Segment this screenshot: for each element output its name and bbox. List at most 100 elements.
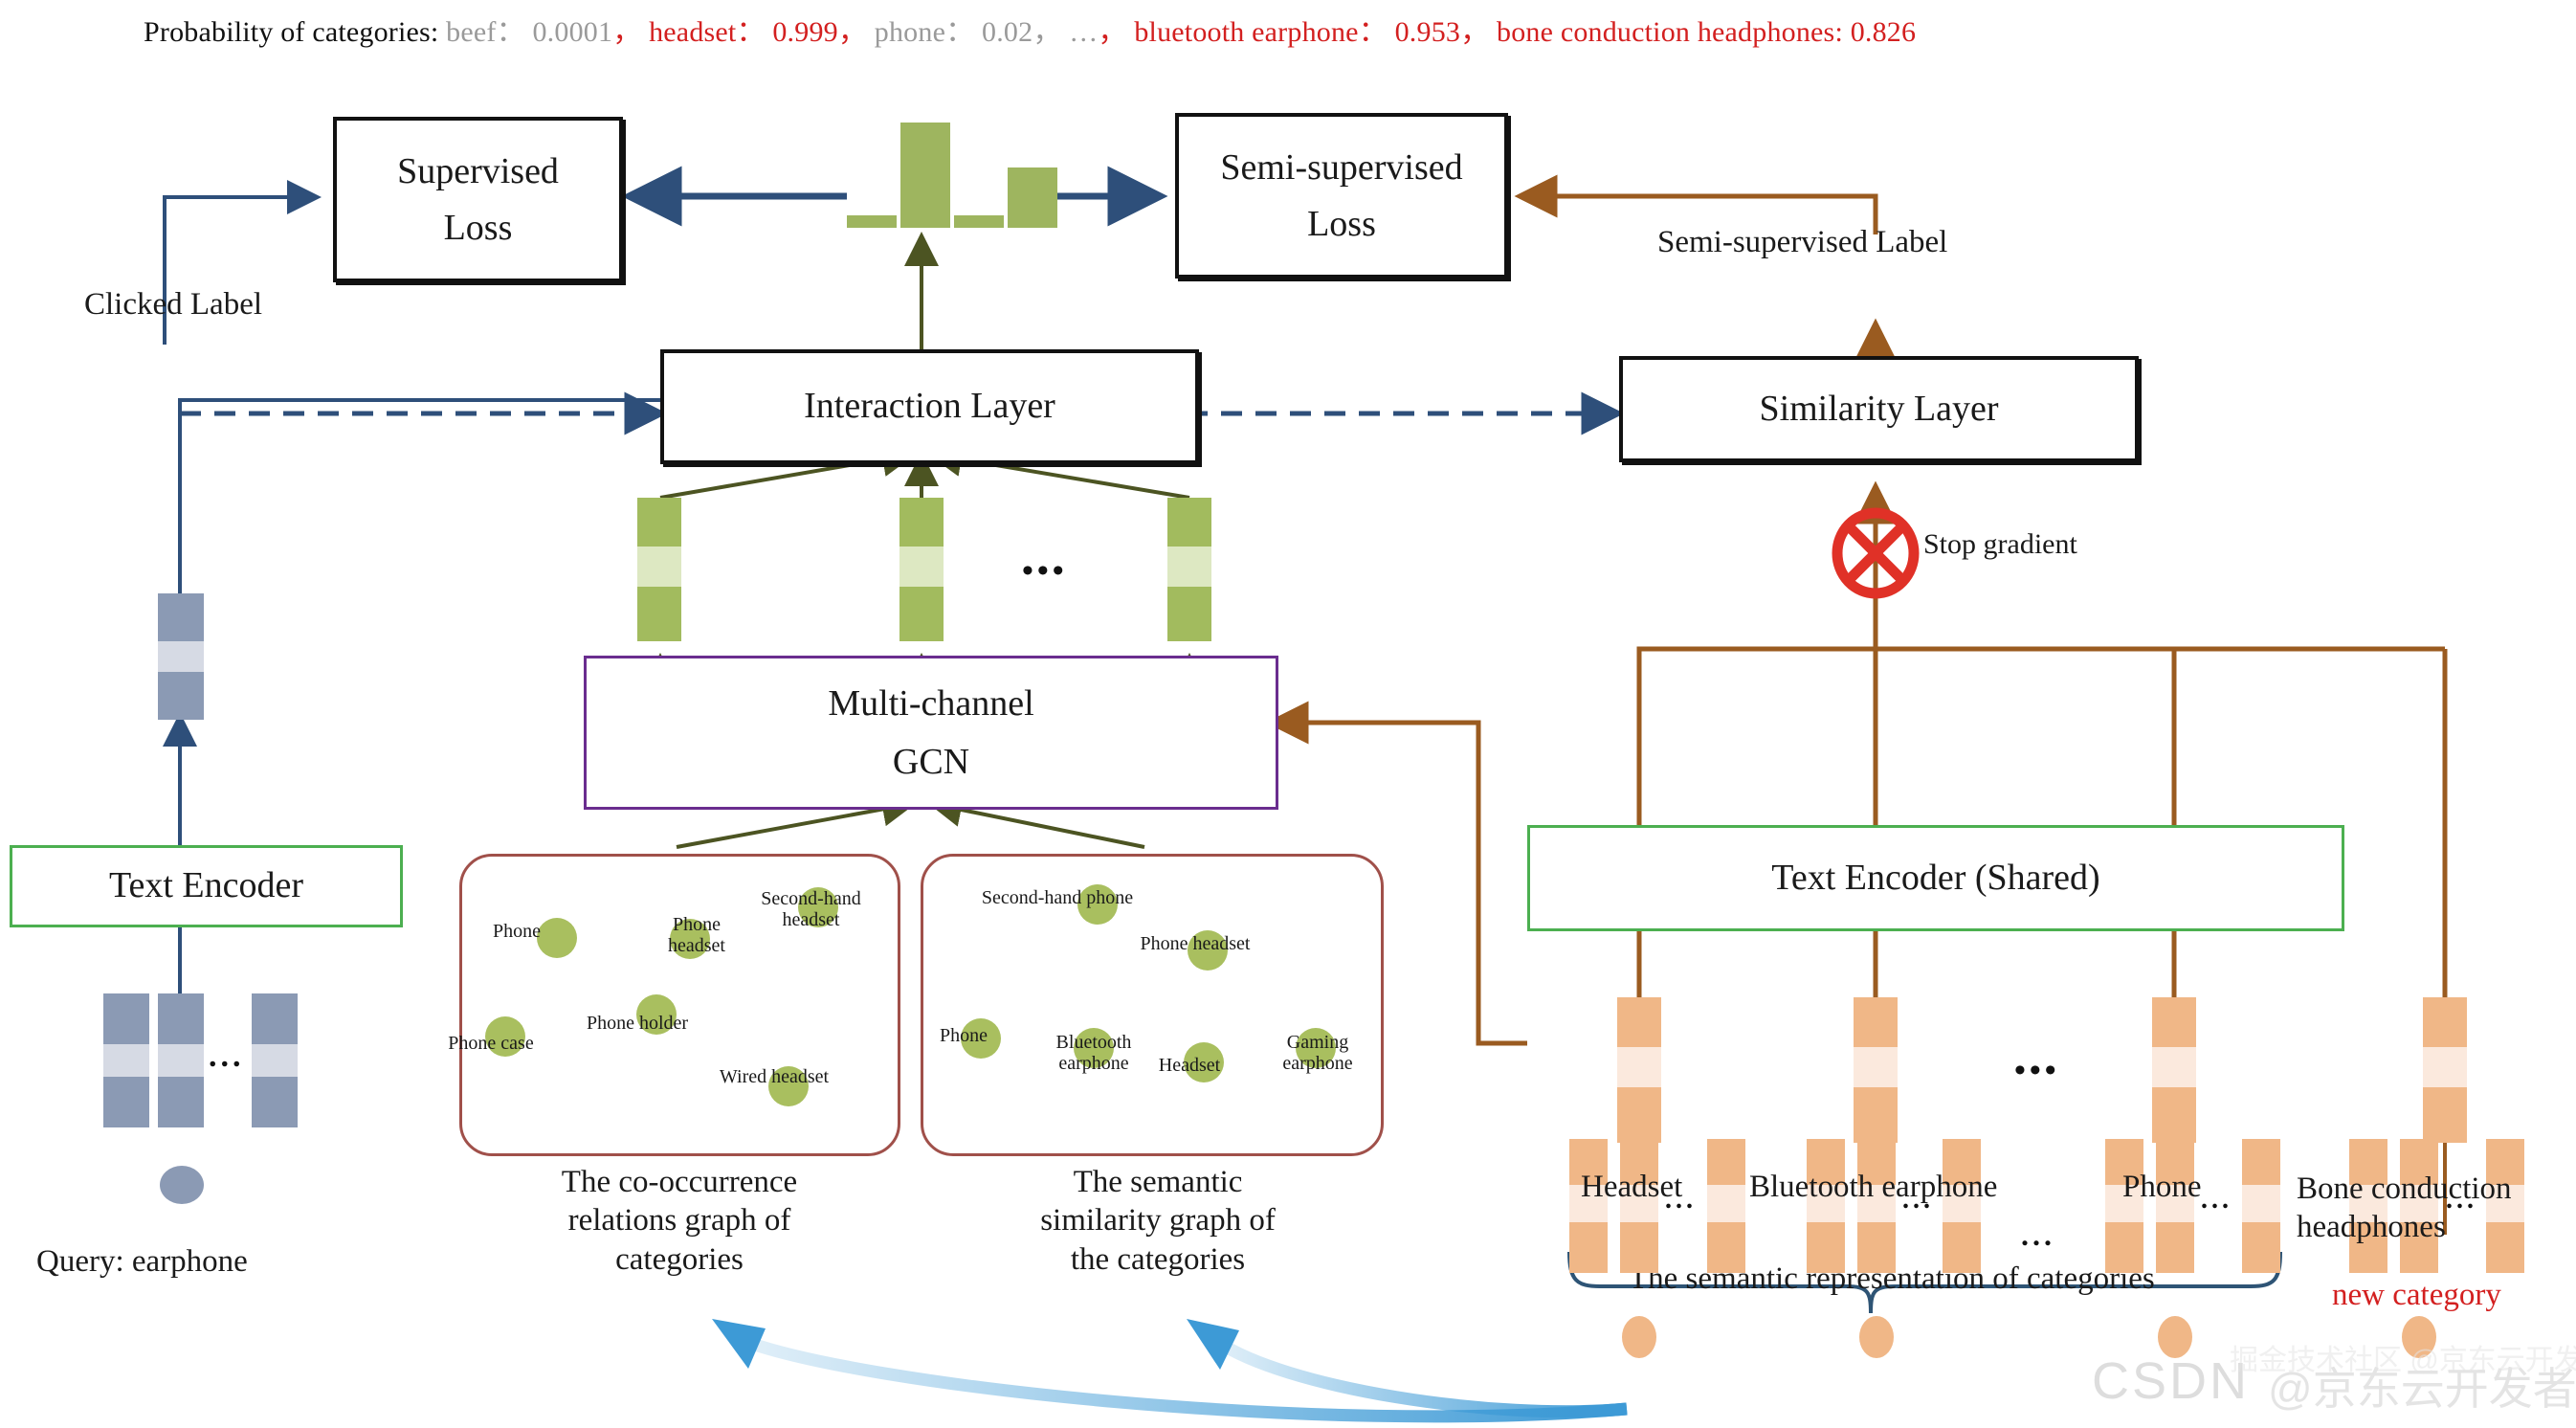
gcn-line1: Multi-channel	[828, 682, 1034, 724]
sem-label-second-hand-phone: Second-hand phone	[981, 887, 1134, 908]
phone-headset-l2: headset	[668, 935, 725, 956]
category-embedding-2	[1854, 997, 1898, 1143]
prob-item-bluetooth-earphone: bluetooth earphone： 0.953	[1134, 16, 1461, 48]
second-hand-l2: headset	[782, 909, 840, 930]
gcn-output-strip-3	[1167, 498, 1211, 641]
category-token-bluetooth-2	[1857, 1139, 1896, 1273]
graph-node-phone	[537, 918, 577, 958]
category-token-headset-2	[1620, 1139, 1658, 1273]
sem-label-phone-headset: Phone headset	[1140, 933, 1251, 954]
strip-seg	[2152, 1087, 2196, 1143]
bt-earphone-l2: earphone	[1058, 1053, 1129, 1074]
strip-seg	[2156, 1221, 2194, 1273]
supervised-loss-box[interactable]: Supervised Loss	[333, 117, 623, 282]
category-name-bluetooth: Bluetooth earphone	[1749, 1170, 1998, 1204]
strip-seg	[103, 993, 149, 1045]
category-embedding-ellipsis: •••	[2014, 1053, 2060, 1088]
strip-seg	[1854, 1087, 1898, 1143]
strip-seg	[637, 587, 681, 641]
similarity-layer-box[interactable]: Similarity Layer	[1619, 356, 2139, 462]
strip-seg	[1807, 1221, 1845, 1273]
strip-seg	[252, 1076, 298, 1127]
graph-label-phone-headset: Phone headset	[649, 914, 744, 956]
category-token-bluetooth-1	[1807, 1139, 1845, 1273]
query-token-strip-1	[103, 993, 149, 1127]
graph-label-phone-holder: Phone holder	[586, 1013, 689, 1034]
strip-seg	[1707, 1139, 1745, 1185]
category-token-headset-1	[1569, 1139, 1608, 1273]
stop-gradient-icon	[1832, 507, 1920, 599]
category-token-phone-1	[2105, 1139, 2143, 1273]
bone-line2: headphones	[2297, 1210, 2446, 1245]
cn-watermark-2: 掘金技术社区 @京东云开发者	[2230, 1345, 2576, 1376]
strip-seg	[158, 671, 204, 720]
strip-seg	[158, 1044, 204, 1077]
text-encoder-label: Text Encoder	[108, 865, 304, 906]
gcn-line2: GCN	[892, 741, 970, 782]
strip-seg	[2423, 997, 2467, 1047]
prob-item-headset: headset： 0.999	[649, 16, 838, 48]
prob-item-beef: beef： 0.0001	[446, 16, 613, 48]
interaction-layer-label: Interaction Layer	[804, 386, 1055, 427]
prob-item-phone: phone： 0.02	[874, 16, 1033, 48]
bar-1	[900, 123, 950, 228]
strip-seg	[1617, 1087, 1661, 1143]
category-token-bluetooth-3	[1943, 1139, 1981, 1273]
sem-label-phone: Phone	[940, 1025, 988, 1046]
prob-sep-4: ，	[1460, 16, 1490, 48]
bone-line1: Bone conduction	[2297, 1171, 2512, 1206]
prob-item-bone-conduction: bone conduction headphones: 0.826	[1497, 16, 1917, 48]
strip-seg	[637, 547, 681, 587]
strip-seg	[103, 1044, 149, 1077]
strip-seg	[1167, 498, 1211, 547]
clicked-label: Clicked Label	[84, 287, 263, 322]
semantic-caption-line3: the categories	[1070, 1241, 1246, 1277]
query-dot-icon	[160, 1166, 204, 1204]
token-ellipsis-phone: ...	[2201, 1185, 2232, 1215]
category-token-phone-2	[2156, 1139, 2194, 1273]
probability-header: Probability of categories: beef： 0.0001，…	[144, 8, 1916, 50]
probability-bar-chart	[847, 123, 1057, 228]
strip-seg	[1167, 547, 1211, 587]
text-encoder-box[interactable]: Text Encoder	[10, 845, 403, 927]
prob-sep-3: ，	[1098, 16, 1127, 48]
semi-supervised-label: Semi-supervised Label	[1657, 225, 1948, 259]
probability-prefix: Probability of categories:	[144, 16, 439, 48]
gaming-earphone-l2: earphone	[1282, 1053, 1353, 1074]
category-name-phone: Phone	[2122, 1170, 2202, 1204]
category-embedding-1	[1617, 997, 1661, 1143]
supervised-loss-line1: Supervised	[397, 150, 559, 191]
category-dot-headset	[1622, 1316, 1656, 1358]
strip-seg	[158, 1076, 204, 1127]
query-token-strip-2	[158, 993, 204, 1127]
cooccurrence-caption: The co-occurrence relations graph of cat…	[536, 1163, 823, 1279]
strip-seg	[1854, 997, 1898, 1047]
strip-seg	[1620, 1221, 1658, 1273]
category-embedding-3	[2152, 997, 2196, 1143]
prob-sep-0: ，	[612, 16, 642, 48]
text-encoder-shared-box[interactable]: Text Encoder (Shared)	[1527, 825, 2344, 931]
strip-seg	[2423, 1046, 2467, 1088]
category-name-bone-conduction: Bone conduction headphones	[2297, 1170, 2565, 1247]
strip-seg	[1617, 997, 1661, 1047]
semi-supervised-loss-line2: Loss	[1307, 203, 1376, 244]
strip-seg	[2423, 1087, 2467, 1143]
strip-seg	[2242, 1139, 2280, 1185]
semantic-graph-caption: The semantic similarity graph of the cat…	[1014, 1163, 1301, 1279]
graph-label-second-hand-headset: Second-hand headset	[746, 888, 876, 930]
strip-seg	[1943, 1221, 1981, 1273]
multi-channel-gcn-box[interactable]: Multi-channel GCN	[584, 656, 1278, 810]
category-token-headset-3	[1707, 1139, 1745, 1273]
interaction-layer-box[interactable]: Interaction Layer	[660, 349, 1199, 464]
gcn-output-strip-1	[637, 498, 681, 641]
strip-seg	[1167, 587, 1211, 641]
strip-seg	[2152, 1046, 2196, 1088]
arrow-graphs-to-gcn	[676, 792, 1145, 849]
semi-supervised-loss-box[interactable]: Semi-supervised Loss	[1175, 113, 1508, 279]
graph-label-phone: Phone	[493, 921, 541, 942]
strip-seg	[2152, 997, 2196, 1047]
strip-seg	[252, 993, 298, 1045]
cooccurrence-caption-line3: categories	[615, 1241, 744, 1277]
stop-gradient-label: Stop gradient	[1923, 528, 2077, 560]
query-label: Query: earphone	[36, 1244, 248, 1279]
